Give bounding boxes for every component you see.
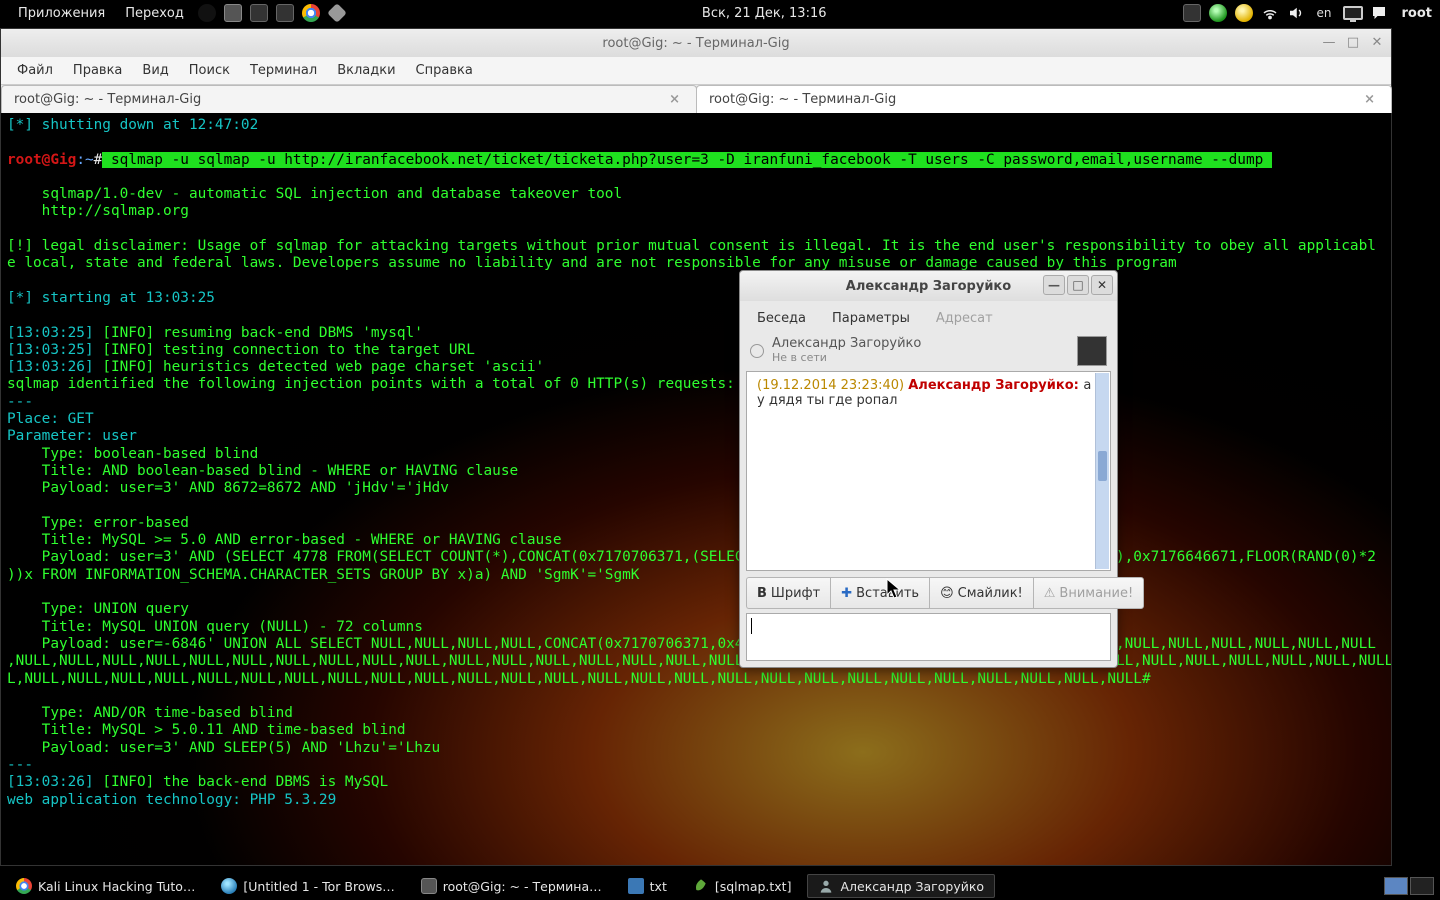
tab-bar: root@Gig: ~ - Терминал-Gig × root@Gig: ~… bbox=[1, 85, 1391, 113]
user-menu[interactable]: root bbox=[1392, 6, 1433, 21]
task-label: [Untitled 1 - Tor Brows… bbox=[243, 879, 394, 894]
window-maximize-button[interactable]: □ bbox=[1343, 33, 1363, 51]
keyboard-layout-indicator[interactable]: en bbox=[1309, 6, 1340, 20]
terminal-output: [*] shutting down at 12:47:02 root@Gig:~… bbox=[1, 113, 1391, 865]
task-label: Александр Загоруйко bbox=[840, 879, 984, 894]
menu-file[interactable]: Файл bbox=[7, 59, 63, 82]
task-label: txt bbox=[650, 879, 667, 894]
chat-input[interactable] bbox=[746, 613, 1111, 661]
chat-insert-button[interactable]: ✚Вставить bbox=[830, 577, 929, 609]
chat-title: Александр Загоруйко bbox=[846, 279, 1011, 294]
chat-titlebar[interactable]: Александр Загоруйко — □ ✕ bbox=[740, 271, 1117, 301]
tab-label: root@Gig: ~ - Терминал-Gig bbox=[14, 92, 201, 107]
chat-minimize-button[interactable]: — bbox=[1043, 275, 1065, 295]
buddy-avatar[interactable] bbox=[1077, 336, 1107, 366]
task-chat-active[interactable]: Александр Загоруйко bbox=[807, 874, 995, 898]
chat-tab-parameters[interactable]: Параметры bbox=[819, 305, 923, 331]
bottom-panel: Kali Linux Hacking Tuto… [Untitled 1 - T… bbox=[0, 872, 1440, 900]
workspace-2[interactable] bbox=[1410, 877, 1434, 895]
menu-view[interactable]: Вид bbox=[132, 59, 178, 82]
tab-close-icon[interactable]: × bbox=[1360, 92, 1379, 107]
menu-tabs[interactable]: Вкладки bbox=[327, 59, 405, 82]
task-label: [sqlmap.txt] bbox=[715, 879, 792, 894]
task-tor[interactable]: [Untitled 1 - Tor Brows… bbox=[211, 875, 404, 897]
chat-tab-conversation[interactable]: Беседа bbox=[744, 305, 819, 331]
buddy-status: Не в сети bbox=[772, 352, 1077, 365]
chat-log[interactable]: (19.12.2014 23:23:40) Александр Загоруйк… bbox=[746, 371, 1111, 571]
chat-window[interactable]: Александр Загоруйко — □ ✕ Беседа Парамет… bbox=[739, 270, 1118, 668]
window-close-button[interactable]: ✕ bbox=[1367, 33, 1387, 51]
launcher-box-icon[interactable] bbox=[274, 3, 296, 23]
chat-attention-button: ⚠Внимание! bbox=[1033, 577, 1144, 609]
chat-maximize-button[interactable]: □ bbox=[1067, 275, 1089, 295]
menu-edit[interactable]: Правка bbox=[63, 59, 132, 82]
tray-chat-icon[interactable] bbox=[1368, 3, 1390, 23]
workspace-pager[interactable] bbox=[1384, 877, 1434, 895]
terminal-icon bbox=[421, 878, 437, 894]
message-sender: Александр Загоруйко: bbox=[908, 378, 1083, 393]
task-label: Kali Linux Hacking Tuto… bbox=[38, 879, 195, 894]
launcher-diamond-icon[interactable] bbox=[326, 3, 348, 23]
message-timestamp: (19.12.2014 23:23:40) bbox=[757, 378, 908, 393]
task-leaf[interactable]: [sqlmap.txt] bbox=[683, 875, 802, 897]
tray-network-icon[interactable] bbox=[1259, 3, 1281, 23]
status-offline-icon bbox=[750, 344, 764, 358]
buddy-name: Александр Загоруйко bbox=[772, 337, 1077, 352]
tray-status-green-icon[interactable] bbox=[1207, 3, 1229, 23]
chat-tab-recipient: Адресат bbox=[923, 305, 1006, 331]
chat-buddy-header: Александр Загоруйко Не в сети bbox=[740, 331, 1117, 371]
tray-volume-icon[interactable] bbox=[1285, 3, 1307, 23]
chat-smiley-button[interactable]: 😊Смайлик! bbox=[929, 577, 1033, 609]
chrome-icon bbox=[16, 878, 32, 894]
workspace-1[interactable] bbox=[1384, 877, 1408, 895]
clock[interactable]: Вск, 21 Дек, 13:16 bbox=[692, 6, 837, 21]
terminal-tab-active[interactable]: root@Gig: ~ - Терминал-Gig × bbox=[1, 85, 697, 113]
document-icon bbox=[628, 878, 644, 894]
launcher-screen-icon[interactable] bbox=[248, 3, 270, 23]
menu-applications[interactable]: Приложения bbox=[8, 6, 115, 21]
terminal-tab-inactive[interactable]: root@Gig: ~ - Терминал-Gig × bbox=[696, 85, 1392, 113]
scrollbar-thumb[interactable] bbox=[1098, 451, 1107, 481]
chat-toolbar: BШрифт ✚Вставить 😊Смайлик! ⚠Внимание! bbox=[746, 577, 1111, 609]
window-minimize-button[interactable]: — bbox=[1319, 33, 1339, 51]
task-label: root@Gig: ~ - Термина… bbox=[443, 879, 602, 894]
menu-help[interactable]: Справка bbox=[406, 59, 483, 82]
top-panel: Приложения Переход Вск, 21 Дек, 13:16 en… bbox=[0, 0, 1440, 26]
tray-square-icon[interactable] bbox=[1181, 3, 1203, 23]
window-title: root@Gig: ~ - Терминал-Gig bbox=[602, 36, 789, 51]
person-icon bbox=[818, 878, 834, 894]
launcher-kali-icon[interactable] bbox=[196, 3, 218, 23]
tab-label: root@Gig: ~ - Терминал-Gig bbox=[709, 92, 896, 107]
globe-icon bbox=[221, 878, 237, 894]
menu-go[interactable]: Переход bbox=[115, 6, 194, 21]
tray-display-icon[interactable] bbox=[1342, 3, 1364, 23]
launcher-terminal-icon[interactable] bbox=[222, 3, 244, 23]
task-terminal[interactable]: root@Gig: ~ - Термина… bbox=[411, 875, 612, 897]
task-txt[interactable]: txt bbox=[618, 875, 677, 897]
tab-close-icon[interactable]: × bbox=[665, 92, 684, 107]
task-chrome[interactable]: Kali Linux Hacking Tuto… bbox=[6, 875, 205, 897]
window-titlebar[interactable]: root@Gig: ~ - Терминал-Gig — □ ✕ bbox=[1, 29, 1391, 57]
chat-tabbar: Беседа Параметры Адресат bbox=[740, 301, 1117, 331]
chat-font-button[interactable]: BШрифт bbox=[746, 577, 830, 609]
menubar: Файл Правка Вид Поиск Терминал Вкладки С… bbox=[1, 57, 1391, 85]
chat-close-button[interactable]: ✕ bbox=[1091, 275, 1113, 295]
menu-search[interactable]: Поиск bbox=[179, 59, 240, 82]
terminal-viewport[interactable]: [*] shutting down at 12:47:02 root@Gig:~… bbox=[1, 113, 1391, 865]
leaf-icon bbox=[693, 878, 709, 894]
launcher-chrome-icon[interactable] bbox=[300, 3, 322, 23]
terminal-window: root@Gig: ~ - Терминал-Gig — □ ✕ Файл Пр… bbox=[0, 28, 1392, 866]
menu-terminal[interactable]: Терминал bbox=[240, 59, 327, 82]
chat-scrollbar[interactable] bbox=[1095, 373, 1109, 569]
tray-status-yellow-icon[interactable] bbox=[1233, 3, 1255, 23]
